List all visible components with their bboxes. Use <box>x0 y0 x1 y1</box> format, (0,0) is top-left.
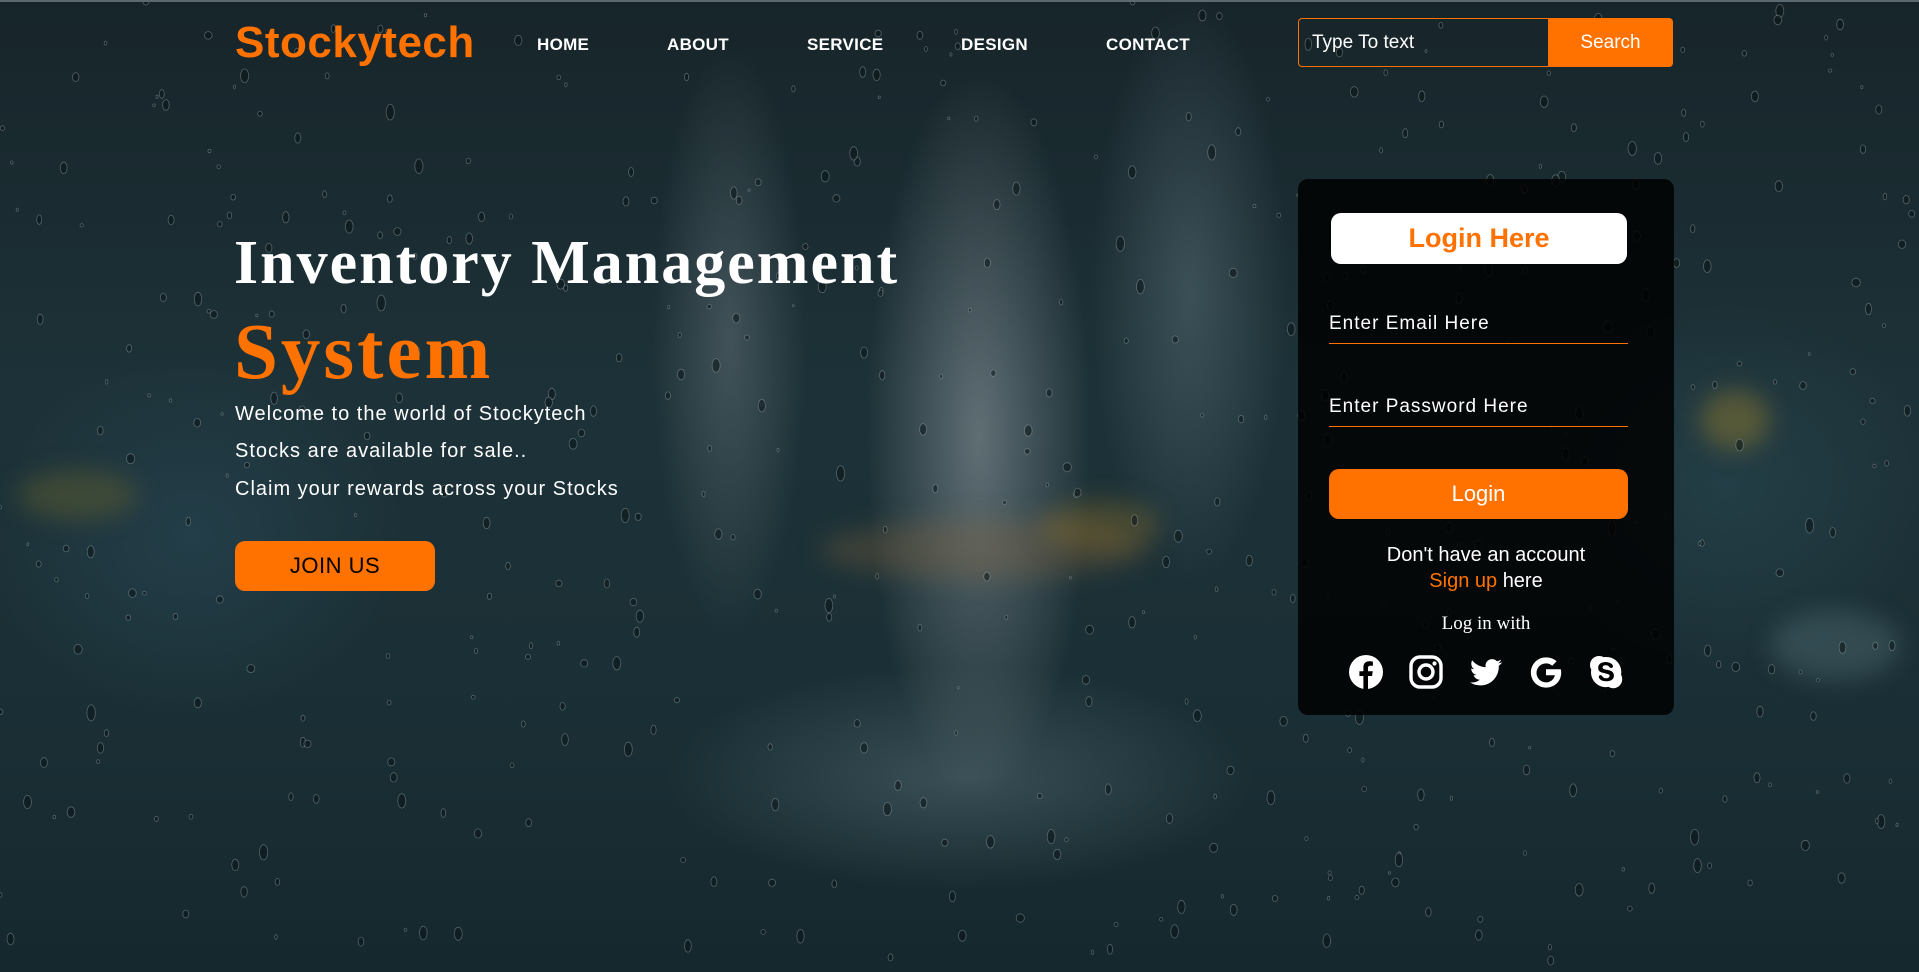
signup-line: Sign up here <box>1298 570 1674 593</box>
login-button[interactable]: Login <box>1329 469 1628 519</box>
hero-title: Inventory Management <box>234 229 900 297</box>
no-account-text: Don't have an account <box>1386 544 1586 566</box>
skype-icon[interactable] <box>1586 652 1626 692</box>
log-in-with-label: Log in with <box>1441 613 1531 634</box>
hero-text-line: Stocks are available for sale.. <box>235 440 528 462</box>
hero-text-line: Welcome to the world of Stockytech <box>235 403 587 425</box>
twitter-icon[interactable] <box>1466 652 1506 692</box>
facebook-icon[interactable] <box>1346 652 1386 692</box>
login-card: Login Here Login Don't have an account S… <box>1298 179 1674 715</box>
join-us-button[interactable]: JOIN US <box>235 541 435 591</box>
search-button[interactable]: Search <box>1548 18 1673 67</box>
email-field[interactable] <box>1329 304 1628 344</box>
password-field[interactable] <box>1329 387 1628 427</box>
search-input[interactable] <box>1298 18 1548 67</box>
instagram-icon[interactable] <box>1406 652 1446 692</box>
hero-subtitle: System <box>234 309 494 396</box>
signup-link[interactable]: Sign up <box>1429 570 1497 592</box>
google-icon[interactable] <box>1526 652 1566 692</box>
nav-item-about[interactable]: ABOUT <box>667 35 729 55</box>
hero-text-line: Claim your rewards across your Stocks <box>235 478 619 500</box>
nav-item-service[interactable]: SERVICE <box>807 35 883 55</box>
window-top-border <box>0 0 1919 2</box>
signup-suffix: here <box>1502 570 1543 592</box>
nav-item-design[interactable]: DESIGN <box>961 35 1028 55</box>
nav-item-contact[interactable]: CONTACT <box>1106 35 1190 55</box>
login-card-title: Login Here <box>1331 213 1627 264</box>
nav-item-home[interactable]: HOME <box>537 35 589 55</box>
